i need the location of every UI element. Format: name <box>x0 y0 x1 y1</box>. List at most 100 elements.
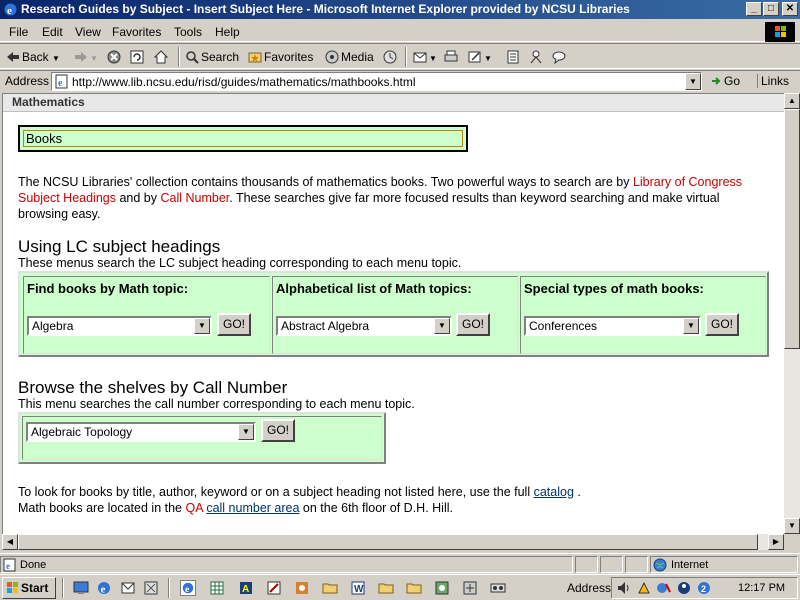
windows-logo-icon <box>765 22 795 42</box>
refresh-button[interactable] <box>130 48 146 66</box>
tool-icon[interactable] <box>266 580 282 596</box>
links-button[interactable]: Links <box>757 74 789 88</box>
menu-view[interactable]: View <box>75 25 101 39</box>
address-dropdown-icon[interactable]: ▼ <box>685 73 701 90</box>
scroll-corner <box>784 534 800 550</box>
math-topic-go-button[interactable]: GO! <box>217 313 251 336</box>
call-number-go-button[interactable]: GO! <box>261 419 295 442</box>
edit-button[interactable]: ▼ <box>468 48 492 66</box>
scroll-left-icon[interactable]: ◀ <box>2 534 18 550</box>
back-arrow-icon <box>7 52 19 62</box>
minimize-button[interactable]: _ <box>746 2 762 16</box>
print-icon <box>444 50 458 62</box>
media-icon <box>325 50 339 64</box>
address-label: Address <box>5 74 50 88</box>
app-icon[interactable] <box>490 580 506 596</box>
vertical-scroll-thumb[interactable] <box>784 109 800 349</box>
messenger-button[interactable] <box>552 48 568 66</box>
access-icon[interactable]: A <box>238 580 254 596</box>
scroll-down-icon[interactable]: ▼ <box>784 518 800 534</box>
folder-icon[interactable] <box>322 580 338 596</box>
call-number-select[interactable]: Algebraic Topology ▼ <box>26 422 256 442</box>
favorites-button[interactable]: Favorites <box>248 48 313 66</box>
refresh-icon <box>130 50 144 64</box>
discuss-icon <box>507 50 519 64</box>
forward-button[interactable]: ▼ <box>74 48 98 66</box>
word-icon[interactable]: W <box>350 580 366 596</box>
math-topic-selected: Algebra <box>32 319 74 333</box>
tray-app-icon[interactable] <box>636 580 652 596</box>
clock[interactable]: 12:17 PM <box>738 582 785 594</box>
ie-quicklaunch-icon[interactable]: e <box>96 580 112 596</box>
ie-icon: e <box>4 3 17 17</box>
folder-icon[interactable] <box>406 580 422 596</box>
tray-app-icon[interactable]: 2 <box>696 580 712 596</box>
globe-icon <box>653 558 667 572</box>
media-app-icon[interactable] <box>294 580 310 596</box>
outlook-icon[interactable] <box>120 580 136 596</box>
print-button[interactable] <box>444 48 460 66</box>
home-icon <box>154 50 168 64</box>
folder-icon[interactable] <box>378 580 394 596</box>
scroll-up-icon[interactable]: ▲ <box>784 93 800 109</box>
go-arrow-icon <box>712 77 721 85</box>
lc-heading: Using LC subject headings <box>18 237 221 256</box>
alphabetical-select[interactable]: Abstract Algebra ▼ <box>276 316 452 336</box>
search-button[interactable]: Search <box>185 48 239 66</box>
maximize-button[interactable]: □ <box>763 2 779 16</box>
app-icon[interactable] <box>434 580 450 596</box>
call-number-area-link[interactable]: call number area <box>206 501 299 515</box>
menu-help[interactable]: Help <box>215 25 240 39</box>
menu-edit[interactable]: Edit <box>42 25 63 39</box>
ie-task-icon[interactable]: e <box>180 580 196 596</box>
windows-start-icon <box>7 582 18 593</box>
back-label: Back <box>22 50 49 64</box>
address-input[interactable]: e http://www.lib.ncsu.edu/risd/guides/ma… <box>51 72 702 91</box>
desktop-icon[interactable] <box>73 580 89 596</box>
go-button[interactable]: Go <box>710 74 740 88</box>
messenger-tray-icon[interactable] <box>676 580 692 596</box>
menu-tools[interactable]: Tools <box>174 25 202 39</box>
close-button[interactable]: ✕ <box>782 2 798 16</box>
app-icon[interactable] <box>462 580 478 596</box>
qa-link[interactable]: QA <box>185 501 202 515</box>
edit-dropdown-icon: ▼ <box>484 54 492 63</box>
vertical-scrollbar[interactable]: ▲ ▼ <box>784 93 800 534</box>
home-button[interactable] <box>154 48 170 66</box>
app-icon[interactable] <box>143 580 159 596</box>
start-button[interactable]: Start <box>2 577 56 599</box>
special-types-select[interactable]: Conferences ▼ <box>524 316 701 336</box>
back-button[interactable]: Back ▼ <box>6 48 60 66</box>
title-bar[interactable]: e Research Guides by Subject - Insert Su… <box>0 0 800 19</box>
call-number-link[interactable]: Call Number <box>160 191 229 205</box>
excel-icon[interactable] <box>209 580 225 596</box>
stop-button[interactable] <box>107 48 123 66</box>
chevron-down-icon: ▼ <box>434 318 450 334</box>
catalog-link[interactable]: catalog <box>534 485 574 499</box>
forward-dropdown-icon: ▼ <box>90 54 98 63</box>
mail-button[interactable]: ▼ <box>413 48 437 66</box>
horizontal-scroll-thumb[interactable] <box>18 534 758 550</box>
status-cell <box>625 556 648 573</box>
menu-favorites[interactable]: Favorites <box>112 25 161 39</box>
page-header: Mathematics <box>3 94 784 112</box>
menu-file[interactable]: File <box>9 25 28 39</box>
taskbar-address-label[interactable]: Address <box>567 581 611 595</box>
scroll-right-icon[interactable]: ▶ <box>768 534 784 550</box>
special-types-go-button[interactable]: GO! <box>705 313 739 336</box>
research-button[interactable] <box>529 48 545 66</box>
svg-text:A: A <box>242 584 249 595</box>
math-topic-select[interactable]: Algebra ▼ <box>27 316 212 336</box>
history-button[interactable] <box>383 48 399 66</box>
media-button[interactable]: Media <box>325 48 374 66</box>
page-icon: e <box>55 74 68 89</box>
network-icon[interactable] <box>656 580 672 596</box>
toolbar-separator <box>178 47 180 67</box>
alphabetical-go-button[interactable]: GO! <box>456 313 490 336</box>
lc-description: These menus search the LC subject headin… <box>18 256 462 270</box>
page-header-title: Mathematics <box>12 95 85 109</box>
discuss-button[interactable] <box>506 48 522 66</box>
footer-text-2: Math books are located in the <box>18 501 186 515</box>
volume-icon[interactable] <box>616 580 632 596</box>
horizontal-scrollbar[interactable]: ◀ ▶ <box>2 534 784 550</box>
